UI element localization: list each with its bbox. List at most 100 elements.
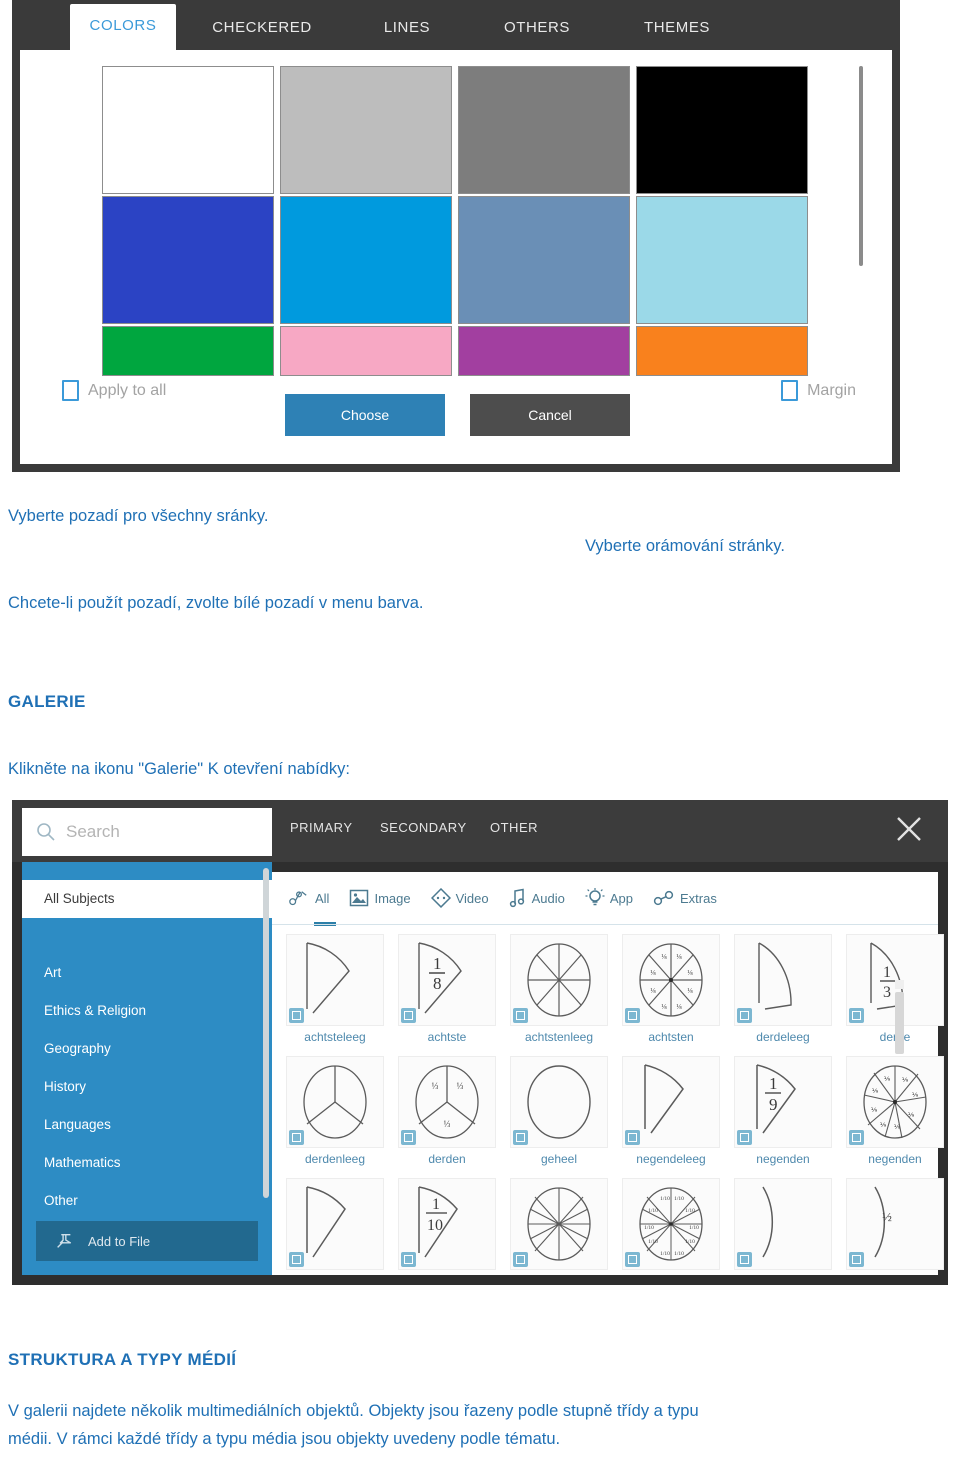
gallery-main-panel: All Image Video Audio App Extras 1 8 ⅛ ⅛… [272, 872, 944, 1275]
text-gallery-intro: Klikněte na ikonu "Galerie" K otevření n… [8, 760, 350, 778]
tab-themes-label: THEMES [643, 19, 711, 36]
svg-text:9: 9 [769, 1095, 778, 1114]
tile-derdeleeg[interactable] [734, 934, 832, 1026]
audio-icon [509, 888, 524, 908]
tile-label-geheel: geheel [540, 1152, 578, 1166]
grid-scrollbar-arrow-icon[interactable] [895, 980, 904, 989]
tab-others[interactable]: OTHERS [472, 6, 602, 54]
tile-type-badge [401, 1130, 416, 1145]
sidebar-item-mathematics[interactable]: Mathematics [22, 1144, 272, 1182]
tile-achtstenleeg[interactable] [510, 934, 608, 1026]
tab-lines[interactable]: LINES [352, 6, 462, 54]
color-swatch-grid [102, 66, 808, 396]
tab-colors[interactable]: COLORS [70, 4, 176, 54]
close-icon[interactable] [892, 812, 926, 846]
svg-text:1/10: 1/10 [685, 1239, 695, 1245]
svg-text:⅛: ⅛ [650, 987, 656, 995]
category-other[interactable]: OTHER [490, 820, 538, 835]
swatch-steel-blue[interactable] [458, 196, 630, 324]
apply-to-all-checkbox[interactable]: Apply to all [62, 380, 166, 401]
all-media-icon [289, 891, 307, 906]
tab-themes[interactable]: THEMES [612, 6, 742, 54]
svg-text:½: ½ [882, 1209, 892, 1224]
tile-label-derden: derden [428, 1152, 466, 1166]
search-input[interactable]: Search [22, 808, 272, 856]
colors-dialog-footer: Apply to all Margin Choose Cancel [20, 366, 892, 456]
tile-derden[interactable]: ⅓ ⅓ ⅓ [398, 1056, 496, 1148]
sidebar-item-history[interactable]: History [22, 1068, 272, 1106]
media-filter-extras[interactable]: Extras [653, 890, 717, 906]
swatch-white[interactable] [102, 66, 274, 194]
svg-text:1/10: 1/10 [648, 1239, 658, 1245]
add-to-file-button[interactable]: Add to File [36, 1221, 258, 1261]
tile-achtsten[interactable]: ⅛⅛⅛⅛⅛⅛⅛⅛ [622, 934, 720, 1026]
tile-label-achtsteleeg: achtsteleeg [304, 1030, 366, 1044]
sidebar-item-ethics[interactable]: Ethics & Religion [22, 992, 272, 1030]
choose-button[interactable]: Choose [285, 394, 445, 436]
tile-label-derdenleeg: derdenleeg [304, 1152, 366, 1166]
tile-half[interactable]: ½ [846, 1178, 944, 1270]
svg-text:3: 3 [883, 984, 891, 1001]
video-icon [430, 888, 451, 908]
swatch-azure[interactable] [280, 196, 452, 324]
media-filter-image[interactable]: Image [349, 889, 411, 907]
tile-type-badge [289, 1252, 304, 1267]
heading-struktura: STRUKTURA A TYPY MÉDIÍ [8, 1350, 237, 1369]
sidebar-item-art[interactable]: Art [22, 954, 272, 992]
tab-checkered[interactable]: CHECKERED [182, 6, 342, 54]
image-icon [350, 889, 369, 907]
sidebar-item-all-subjects[interactable]: All Subjects [22, 880, 272, 918]
colors-scrollbar-thumb[interactable] [859, 66, 863, 266]
media-filter-all[interactable]: All [288, 889, 329, 907]
gallery-sidebar: All Subjects Art Ethics & Religion Geogr… [22, 862, 272, 1275]
svg-text:⅑: ⅑ [872, 1088, 879, 1095]
swatch-gray[interactable] [458, 66, 630, 194]
sidebar-item-geography[interactable]: Geography [22, 1030, 272, 1068]
tile-negendeleeg[interactable] [622, 1056, 720, 1148]
tile-achtste[interactable]: 18 [398, 934, 496, 1026]
extras-link-icon [653, 890, 674, 906]
apply-to-all-checkbox-box[interactable] [62, 380, 79, 401]
tile-geheel[interactable] [510, 1056, 608, 1148]
tile-tiendenleeg[interactable] [510, 1178, 608, 1270]
tile-type-badge [401, 1252, 416, 1267]
colors-scrollbar[interactable] [858, 66, 864, 266]
category-secondary[interactable]: SECONDARY [380, 820, 467, 835]
margin-checkbox-box[interactable] [781, 380, 799, 401]
margin-checkbox[interactable]: Margin [781, 380, 856, 401]
swatch-blue[interactable] [102, 196, 274, 324]
tile-halfleeg[interactable] [734, 1178, 832, 1270]
colors-dialog-body: Apply to all Margin Choose Cancel [20, 50, 892, 464]
svg-text:1: 1 [432, 1196, 440, 1213]
gallery-topbar: Search PRIMARY SECONDARY OTHER [12, 800, 948, 862]
sidebar-scrollbar[interactable] [263, 868, 269, 1198]
tile-tiende[interactable]: 1 10 [398, 1178, 496, 1270]
cancel-button[interactable]: Cancel [470, 394, 630, 436]
category-primary[interactable]: PRIMARY [290, 820, 353, 835]
tile-achtsteleeg[interactable] [286, 934, 384, 1026]
app-bulb-icon [585, 888, 605, 906]
svg-text:⅑: ⅑ [894, 1124, 901, 1131]
swatch-light-gray[interactable] [280, 66, 452, 194]
swatch-black[interactable] [636, 66, 808, 194]
svg-text:⅛: ⅛ [661, 1003, 667, 1011]
sidebar-item-languages[interactable]: Languages [22, 1106, 272, 1144]
tile-tienden[interactable]: 1/10 1/10 1/10 1/10 1/10 1/10 1/10 1/10 1/10 1/10 [622, 1178, 720, 1270]
grid-scrollbar-thumb[interactable] [895, 992, 904, 1054]
tile-type-badge [849, 1130, 864, 1145]
svg-text:1: 1 [433, 954, 442, 973]
tile-tiendeleeg[interactable] [286, 1178, 384, 1270]
sidebar-item-other[interactable]: Other [22, 1182, 272, 1220]
sidebar-scrollbar-thumb[interactable] [263, 868, 269, 1198]
tile-label-achtstenleeg: achtstenleeg [524, 1030, 594, 1044]
media-filter-divider [272, 924, 938, 925]
svg-text:8: 8 [433, 974, 442, 993]
media-filter-video[interactable]: Video [430, 888, 489, 908]
swatch-pale-blue[interactable] [636, 196, 808, 324]
media-filter-app[interactable]: App [585, 888, 633, 908]
svg-text:⅑: ⅑ [871, 1107, 878, 1114]
tile-negenden[interactable]: 19 [734, 1056, 832, 1148]
media-filter-audio[interactable]: Audio [509, 888, 565, 908]
tile-derdenleeg[interactable] [286, 1056, 384, 1148]
tile-negenden-pie[interactable]: ⅑⅑⅑⅑⅑⅑⅑⅑ [846, 1056, 944, 1148]
